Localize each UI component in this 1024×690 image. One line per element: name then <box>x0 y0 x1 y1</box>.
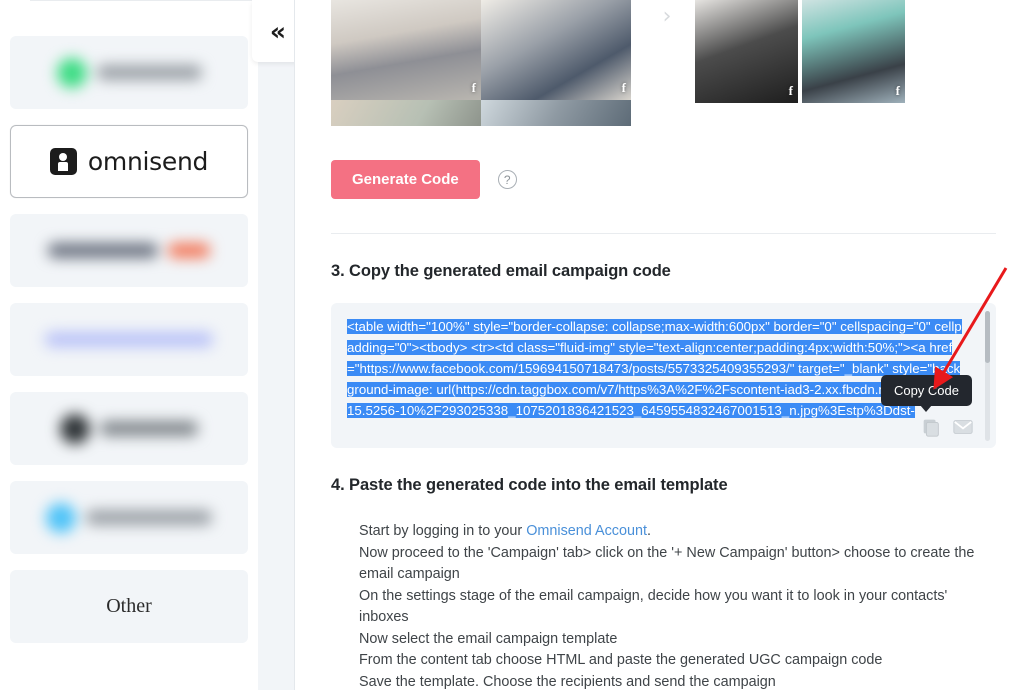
sidebar-item-platform-4[interactable] <box>10 303 248 376</box>
instruction-line: Save the template. Choose the recipients… <box>359 673 776 690</box>
platform-logo-placeholder <box>46 502 212 533</box>
sidebar-top-divider <box>30 0 258 1</box>
generate-code-button[interactable]: Generate Code <box>331 160 480 199</box>
sidebar-item-platform-3[interactable] <box>10 214 248 287</box>
instruction-text: . <box>646 523 651 539</box>
step-4-instructions: Start by logging in to your Omnisend Acc… <box>359 521 996 690</box>
omnisend-account-link[interactable]: Omnisend Account <box>526 523 647 539</box>
platform-logo-placeholder <box>60 413 198 444</box>
platform-logo-placeholder <box>56 57 202 88</box>
omnisend-logo: omnisend <box>49 147 209 176</box>
section-divider <box>331 233 996 234</box>
sidebar-item-platform-6[interactable] <box>10 481 248 554</box>
instruction-line: Start by logging in to your Omnisend Acc… <box>359 521 996 543</box>
sidebar-gutter: « <box>252 0 304 690</box>
instruction-line: From the content tab choose HTML and pas… <box>359 652 883 668</box>
platform-logo-placeholder <box>45 332 213 347</box>
code-selection: <table width="100%" style="border-collap… <box>347 319 962 418</box>
instruction-line: Now select the email campaign template <box>359 630 618 647</box>
thumbnail-group-left: f f <box>331 0 639 126</box>
sidebar-item-platform-5[interactable] <box>10 392 248 465</box>
facebook-badge-icon: f <box>621 80 626 95</box>
sidebar-item-platform-other[interactable]: Other <box>10 570 248 643</box>
facebook-badge-icon: f <box>471 80 476 95</box>
code-scrollbar-thumb[interactable] <box>985 311 990 363</box>
sidebar-item-label: omnisend <box>87 147 209 176</box>
step-3-heading: 3. Copy the generated email campaign cod… <box>331 262 671 280</box>
sidebar-item-platform-1[interactable] <box>10 36 248 109</box>
question-mark-icon[interactable]: ? <box>497 170 517 189</box>
generated-code-box[interactable]: <table width="100%" style="border-collap… <box>331 303 996 448</box>
sidebar-item-label: Other <box>106 595 152 617</box>
thumbnail-item[interactable]: f <box>695 0 798 103</box>
platform-logo-placeholder <box>48 243 210 258</box>
thumbnail-item[interactable] <box>331 100 481 126</box>
facebook-badge-icon: f <box>895 83 900 98</box>
copy-icon[interactable] <box>920 416 942 438</box>
sidebar-item-platform-omnisend[interactable]: omnisend <box>10 125 248 198</box>
gallery-thumbnails: f f › f f <box>331 0 996 126</box>
app-root: omnisend Other « f f › f f Generate Code… <box>0 0 1024 690</box>
envelope-icon[interactable] <box>952 416 974 438</box>
thumbnail-group-right: f f <box>695 0 905 103</box>
gallery-next-arrow-icon[interactable]: › <box>639 0 695 29</box>
thumbnail-item[interactable]: f <box>331 0 481 100</box>
omnisend-mark-icon <box>49 148 77 175</box>
generate-code-row: Generate Code ? <box>331 160 996 199</box>
code-scrollbar[interactable] <box>985 311 990 441</box>
facebook-badge-icon: f <box>788 83 793 98</box>
thumbnail-item[interactable]: f <box>481 0 631 100</box>
platform-sidebar: omnisend Other <box>0 0 258 690</box>
instruction-line: On the settings stage of the email campa… <box>359 587 948 626</box>
thumbnail-item[interactable] <box>481 100 631 126</box>
platform-list: omnisend Other <box>10 0 248 643</box>
main-content: f f › f f Generate Code ? 3. Copy the ge… <box>295 0 1024 690</box>
instruction-text: Start by logging in to your <box>359 523 527 539</box>
thumbnail-item[interactable]: f <box>802 0 905 103</box>
instruction-line: Now proceed to the 'Campaign' tab> click… <box>359 544 975 583</box>
copy-code-tooltip: Copy Code <box>880 375 972 412</box>
step-4-heading: 4. Paste the generated code into the ema… <box>331 476 728 494</box>
code-action-buttons <box>920 416 974 438</box>
double-chevron-left-icon: « <box>269 16 287 46</box>
generated-code-text[interactable]: <table width="100%" style="border-collap… <box>347 316 966 421</box>
